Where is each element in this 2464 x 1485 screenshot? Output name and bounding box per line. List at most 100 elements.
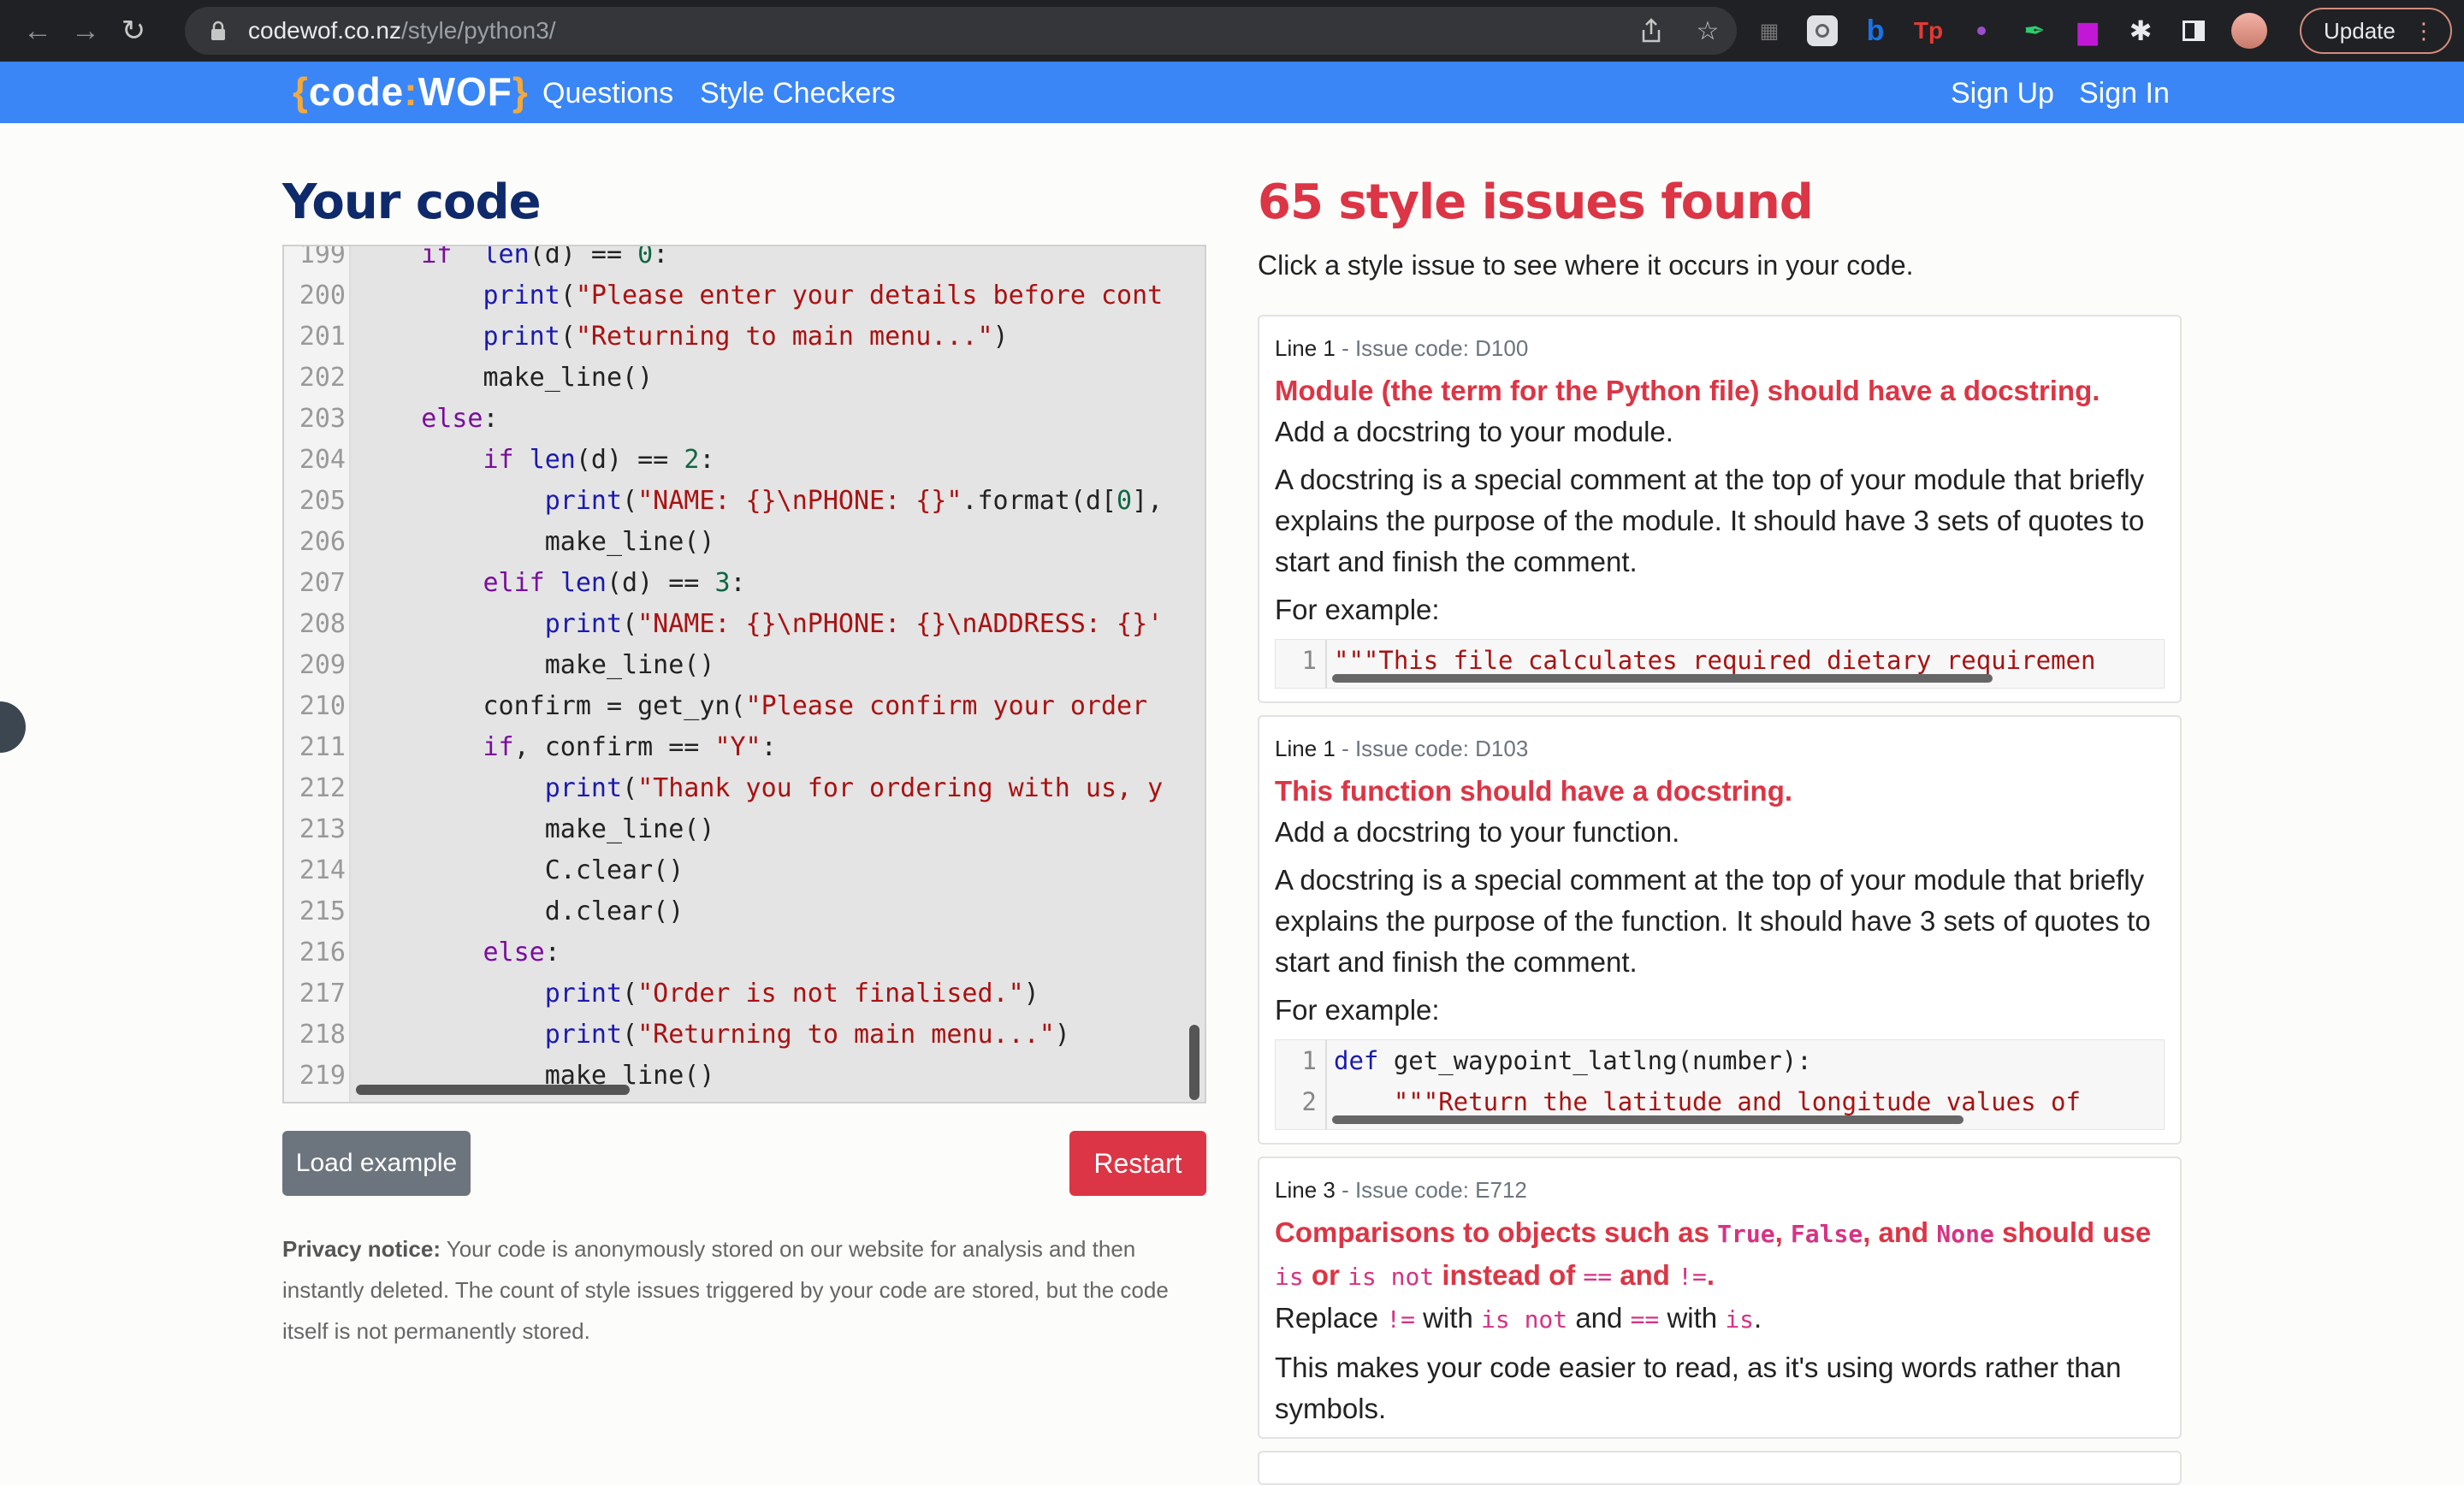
line-code: if len(d) == 0: <box>421 245 669 269</box>
your-code-heading: Your code <box>282 175 542 230</box>
code-line[interactable]: 205 print("NAME: {}\nPHONE: {}".format(d… <box>284 481 1205 522</box>
line-code: print("Thank you for ordering with us, y <box>544 773 1164 803</box>
code-editor[interactable]: 199 if len(d) == 0: 200 print("Please ent… <box>282 245 1206 1103</box>
issue-meta: Line 1 - Issue code: D103 <box>1275 736 1529 761</box>
issue-title: Module (the term for the Python file) sh… <box>1275 375 2100 406</box>
line-number: 217 <box>299 979 346 1009</box>
pen-extension-icon[interactable]: ✒ <box>2019 15 2050 46</box>
share-icon[interactable] <box>1638 17 1665 44</box>
issue-card[interactable]: Line 1 - Issue code: D100 Module (the te… <box>1258 315 2182 703</box>
issue-fix: Add a docstring to your module. <box>1275 416 1673 447</box>
code-line[interactable]: 213 make_line() <box>284 809 1205 850</box>
line-number: 204 <box>299 445 346 475</box>
grid-extension-icon[interactable]: ▦ <box>1754 15 1785 46</box>
line-number: 212 <box>299 773 346 803</box>
code-line[interactable]: 207 elif len(d) == 3: <box>284 563 1205 604</box>
code-line[interactable]: 215 d.clear() <box>284 891 1205 932</box>
menu-dots-icon[interactable]: ⋮ <box>2413 18 2435 44</box>
bing-extension-icon[interactable]: b <box>1860 15 1891 47</box>
code-line[interactable]: 218 print("Returning to main menu...") <box>284 1015 1205 1056</box>
code-line[interactable]: 211 if, confirm == "Y": <box>284 727 1205 768</box>
back-icon[interactable]: ← <box>14 7 62 55</box>
line-number: 208 <box>299 609 346 639</box>
snippet-scrollbar[interactable] <box>1332 1115 1964 1124</box>
code-line[interactable]: 206 make_line() <box>284 522 1205 563</box>
line-code: if, confirm == "Y": <box>483 732 777 762</box>
line-number: 209 <box>299 650 346 680</box>
tetris-extension-icon[interactable]: ▆ <box>2072 15 2103 46</box>
code-line[interactable]: 201 print("Returning to main menu...") <box>284 317 1205 358</box>
line-code: d.clear() <box>544 896 684 926</box>
issue-fix: Add a docstring to your function. <box>1275 816 1680 848</box>
issue-meta: Line 3 - Issue code: E712 <box>1275 1177 1527 1203</box>
nav-style-checkers-link[interactable]: Style Checkers <box>700 77 896 110</box>
site-navbar: {code:WOF} Questions Style Checkers Sign… <box>0 62 2464 123</box>
line-code: make_line() <box>483 363 654 393</box>
code-line[interactable]: 216 else: <box>284 932 1205 973</box>
code-line[interactable]: 208 print("NAME: {}\nPHONE: {}\nADDRESS:… <box>284 604 1205 645</box>
codewof-logo[interactable]: {code:WOF} <box>293 68 529 115</box>
line-number: 214 <box>299 855 346 885</box>
code-line[interactable]: 202 make_line() <box>284 358 1205 399</box>
line-code: if len(d) == 2: <box>483 445 715 475</box>
code-line[interactable]: 199 if len(d) == 0: <box>284 245 1205 275</box>
line-code: print("Please enter your details before … <box>483 281 1164 311</box>
load-example-button[interactable]: Load example <box>282 1131 471 1196</box>
issue-card[interactable]: Line 1 - Issue code: D103 This function … <box>1258 715 2182 1145</box>
code-line[interactable]: 203 else: <box>284 399 1205 440</box>
line-code: print("NAME: {}\nPHONE: {}\nADDRESS: {}' <box>544 609 1164 639</box>
line-number: 215 <box>299 896 346 926</box>
issue-card[interactable]: Line 3 - Issue code: E712 Comparisons to… <box>1258 1157 2182 1439</box>
reload-icon[interactable]: ↻ <box>110 7 157 55</box>
issue-card[interactable] <box>1258 1451 2182 1485</box>
profile-avatar[interactable] <box>2231 13 2267 49</box>
line-code: make_line() <box>544 650 715 680</box>
line-code: print("Returning to main menu...") <box>544 1020 1070 1050</box>
extensions-puzzle-icon[interactable]: ✱ <box>2125 15 2156 46</box>
privacy-notice: Privacy notice: Your code is anonymously… <box>282 1228 1206 1352</box>
snippet-scrollbar[interactable] <box>1332 674 1993 683</box>
line-number: 201 <box>299 322 346 352</box>
camera-extension-icon[interactable] <box>1807 15 1838 46</box>
privacy-label: Privacy notice: <box>282 1236 441 1262</box>
restart-button[interactable]: Restart <box>1069 1131 1206 1196</box>
snippet-keyword: def <box>1334 1046 1379 1075</box>
code-line[interactable]: 209 make_line() <box>284 645 1205 686</box>
line-number: 207 <box>299 568 346 598</box>
bookmark-star-icon[interactable]: ☆ <box>1694 17 1721 45</box>
line-number: 199 <box>299 245 346 269</box>
line-code: else: <box>483 938 560 967</box>
issues-count-heading: 65 style issues found <box>1258 175 1814 230</box>
issue-meta: Line 1 - Issue code: D100 <box>1275 335 1529 361</box>
code-line[interactable]: 200 print("Please enter your details bef… <box>284 275 1205 317</box>
line-number: 202 <box>299 363 346 393</box>
line-number: 200 <box>299 281 346 311</box>
code-line[interactable]: 210 confirm = get_yn("Please confirm you… <box>284 686 1205 727</box>
code-line[interactable]: 217 print("Order is not finalised.") <box>284 973 1205 1015</box>
dot-extension-icon[interactable] <box>1966 15 1997 46</box>
sidepanel-icon[interactable] <box>2178 15 2209 46</box>
editor-horizontal-scrollbar[interactable] <box>356 1085 630 1095</box>
issue-explanation: A docstring is a special comment at the … <box>1275 864 2151 978</box>
nav-sign-up-link[interactable]: Sign Up <box>1951 77 2054 110</box>
editor-vertical-scrollbar[interactable] <box>1189 1025 1199 1100</box>
snippet-code: """This file calculates required dietary… <box>1334 646 2096 675</box>
forward-icon[interactable]: → <box>62 7 110 55</box>
side-drawer-handle[interactable] <box>0 701 26 753</box>
browser-toolbar: ← → ↻ codewof.co.nz/style/python3/ ☆ ▦ b… <box>0 0 2464 62</box>
snippet-line-number: 1 <box>1301 1046 1317 1075</box>
line-code: make_line() <box>544 527 715 557</box>
tp-extension-icon[interactable]: Tp <box>1913 15 1944 46</box>
update-button[interactable]: Update ⋮ <box>2300 8 2452 54</box>
line-code: print("Order is not finalised.") <box>544 979 1040 1009</box>
nav-sign-in-link[interactable]: Sign In <box>2079 77 2170 110</box>
line-code: print("Returning to main menu...") <box>483 322 1009 352</box>
line-number: 203 <box>299 404 346 434</box>
address-bar[interactable]: codewof.co.nz/style/python3/ ☆ <box>185 7 1737 55</box>
code-line[interactable]: 212 print("Thank you for ordering with u… <box>284 768 1205 809</box>
line-code: else: <box>421 404 499 434</box>
code-line[interactable]: 214 C.clear() <box>284 850 1205 891</box>
line-code: elif len(d) == 3: <box>483 568 746 598</box>
code-line[interactable]: 204 if len(d) == 2: <box>284 440 1205 481</box>
nav-questions-link[interactable]: Questions <box>542 77 673 110</box>
